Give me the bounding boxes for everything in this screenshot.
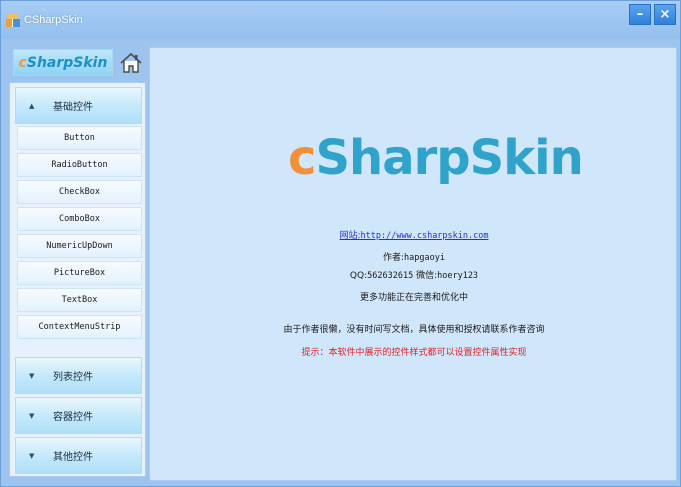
nav-item-combobox[interactable]: ComboBox [17,207,142,231]
minimize-button[interactable]: – [629,4,651,25]
chevron-down-icon: ▼ [29,451,35,460]
tip-text: 提示：本软件中展示的控件样式都可以设置控件属性实现 [301,348,527,358]
app-window: CSharpSkin – × cSharpSkin ▲ 基础控件 Button … [0,0,681,487]
group-header-basic[interactable]: ▲ 基础控件 [15,87,142,124]
website-label[interactable]: 网站: [340,231,361,241]
main-logo: cSharpSkin [288,130,584,186]
nav-item-button[interactable]: Button [17,126,142,150]
nav-item-textbox[interactable]: TextBox [17,288,142,312]
home-icon[interactable] [119,52,143,74]
close-icon: × [659,7,671,22]
qq-label: QQ: [349,271,368,281]
contact-line: QQ:562632615 微信:hoery123 [150,268,678,281]
title-bar[interactable]: CSharpSkin – × [1,1,680,39]
window-title: CSharpSkin [24,14,83,26]
group-header-other[interactable]: ▼ 其他控件 [15,437,142,474]
group-header-container[interactable]: ▼ 容器控件 [15,397,142,434]
notice-text: 由于作者很懒，没有时间写文档，具体使用和授权请联系作者咨询 [283,325,545,335]
main-content: cSharpSkin 网站:http://www.csharpskin.com … [149,47,677,481]
nav-item-numericupdown[interactable]: NumericUpDown [17,234,142,258]
nav-menu: ▲ 基础控件 Button RadioButton CheckBox Combo… [9,82,146,477]
nav-item-picturebox[interactable]: PictureBox [17,261,142,285]
wechat-id: hoery123 [437,271,479,281]
group-label: 列表控件 [53,372,93,383]
chevron-down-icon: ▼ [29,371,35,380]
nav-item-checkbox[interactable]: CheckBox [17,180,142,204]
more-features-text: 更多功能正在完善和优化中 [359,293,468,303]
minimize-icon: – [636,7,644,22]
wechat-label: 微信: [416,271,438,281]
close-button[interactable]: × [654,4,676,25]
author-label: 作者: [383,253,405,263]
group-label: 基础控件 [53,102,93,113]
author-name: hapgaoyi [404,253,445,263]
chevron-down-icon: ▼ [29,411,35,420]
app-icon [6,14,20,27]
sidebar: cSharpSkin ▲ 基础控件 Button RadioButton Che… [6,44,146,479]
group-header-list[interactable]: ▼ 列表控件 [15,357,142,394]
chevron-up-icon: ▲ [29,101,35,110]
qq-number: 562632615 [367,271,414,281]
author-line: 作者:hapgaoyi [150,250,678,263]
website-link[interactable]: http://www.csharpskin.com [361,231,489,241]
group-label: 容器控件 [53,412,93,423]
nav-item-contextmenustrip[interactable]: ContextMenuStrip [17,315,142,339]
group-label: 其他控件 [53,452,93,463]
sidebar-logo: cSharpSkin [13,49,113,76]
sidebar-logo-text: cSharpSkin [18,54,108,71]
website-line: 网站:http://www.csharpskin.com [150,228,678,241]
nav-item-radiobutton[interactable]: RadioButton [17,153,142,177]
